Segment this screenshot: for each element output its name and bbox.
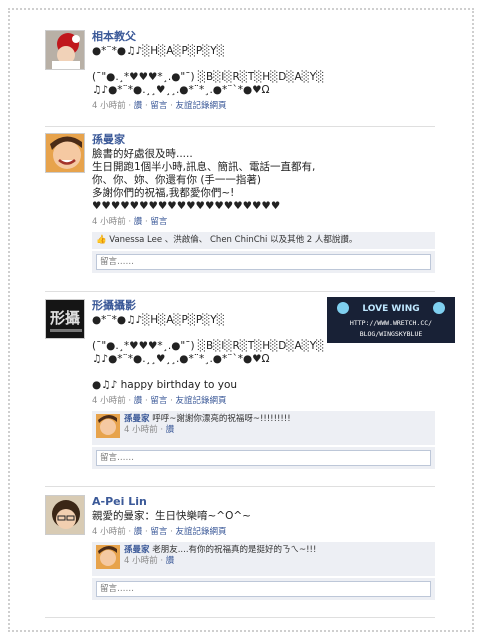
comment-box: 留言…… [92, 447, 435, 469]
avatar[interactable] [45, 495, 85, 535]
comment-box: 留言…… [92, 578, 435, 600]
reply-author[interactable]: 孫曼家 [124, 545, 150, 555]
post-divider [45, 291, 435, 292]
avatar[interactable]: 形攝 [45, 299, 85, 339]
banner-title: LOVE WING [362, 304, 419, 314]
post-time[interactable]: 4 小時前 [92, 217, 126, 227]
wall-to-wall-link[interactable]: 友誼記錄網頁 [175, 101, 226, 111]
avatar-child-red-hat-icon [46, 31, 84, 69]
avatar[interactable] [45, 30, 85, 70]
avatar[interactable] [96, 545, 120, 569]
comment-input[interactable]: 留言…… [96, 254, 431, 270]
banner-url: HTTP://WWW.WRETCH.CC/ [350, 319, 432, 327]
post-meta: 4 小時前 · 讚 · 留言 · 友誼記錄網頁 [92, 527, 227, 537]
avatar-logo-text-icon: 形攝 [46, 300, 84, 338]
comment-reply: 孫曼家 呼呼~謝謝你漂亮的祝福呀~!!!!!!!!! 4 小時前 · 讚 [92, 411, 435, 445]
reply-time[interactable]: 4 小時前 [124, 425, 158, 435]
avatar-logo-text: 形攝 [50, 309, 80, 327]
avatar[interactable] [96, 414, 120, 438]
post-divider [45, 486, 435, 487]
reply-text: 呼呼~謝謝你漂亮的祝福呀~!!!!!!!!! [152, 414, 291, 424]
post-time[interactable]: 4 小時前 [92, 527, 126, 537]
avatar-smiling-woman-icon [46, 134, 84, 172]
likes-summary: 👍 Vanessa Lee 、洪啟倫、 Chen ChinChi 以及其他 2 … [92, 232, 435, 249]
thumbs-up-icon: 👍 [96, 235, 107, 245]
comment-link[interactable]: 留言 [150, 217, 167, 227]
likes-text[interactable]: Vanessa Lee 、洪啟倫、 Chen ChinChi 以及其他 2 人都… [109, 235, 357, 245]
post-author[interactable]: A-Pei Lin [92, 495, 435, 508]
avatar-woman-glasses-icon [46, 496, 84, 534]
post-text: 臉書的好處很及時..... 生日開跑1個半小時,訊息、簡訊、電話一直都有, 你、… [92, 148, 316, 212]
reply-like-link[interactable]: 讚 [166, 556, 175, 566]
reply-text: 老朋友....有你的祝福真的是挺好的ㄋㄟ~!!! [152, 545, 317, 555]
post-meta: 4 小時前 · 讚 · 留言 · 友誼記錄網頁 [92, 101, 227, 111]
comment-input[interactable]: 留言…… [96, 450, 431, 466]
post-meta: 4 小時前 · 讚 · 留言 [92, 217, 168, 227]
comment-link[interactable]: 留言 [150, 396, 167, 406]
post-author[interactable]: 相本教父 [92, 30, 435, 43]
comment-input[interactable]: 留言…… [96, 581, 431, 597]
avatar[interactable] [45, 133, 85, 173]
blog-banner[interactable]: LOVE WING HTTP://WWW.WRETCH.CC/ BLOG/WIN… [327, 297, 455, 343]
avatar-smiling-woman-icon [96, 414, 120, 438]
wall-to-wall-link[interactable]: 友誼記錄網頁 [175, 396, 226, 406]
post-time[interactable]: 4 小時前 [92, 101, 126, 111]
like-link[interactable]: 讚 [134, 217, 143, 227]
banner-path: BLOG/WINGSKYBLUE [360, 330, 423, 338]
comment-link[interactable]: 留言 [150, 101, 167, 111]
reply-time[interactable]: 4 小時前 [124, 556, 158, 566]
reply-author[interactable]: 孫曼家 [124, 414, 150, 424]
comment-link[interactable]: 留言 [150, 527, 167, 537]
post-time[interactable]: 4 小時前 [92, 396, 126, 406]
avatar-smiling-woman-icon [96, 545, 120, 569]
comment-box: 留言…… [92, 251, 435, 273]
comment-reply: 孫曼家 老朋友....有你的祝福真的是挺好的ㄋㄟ~!!! 4 小時前 · 讚 [92, 542, 435, 576]
post-meta: 4 小時前 · 讚 · 留言 · 友誼記錄網頁 [92, 396, 227, 406]
reply-like-link[interactable]: 讚 [166, 425, 175, 435]
wall-to-wall-link[interactable]: 友誼記錄網頁 [175, 527, 226, 537]
post-text: ●*¨*●♫♪░H░A░P░P░Y░ (¯"●.¸*♥♥♥*¸.●"¯) ░B░… [92, 45, 325, 96]
post-divider [45, 617, 435, 618]
post-divider [45, 126, 435, 127]
post-text: 親愛的曼家：生日快樂唷~^O^~ [92, 510, 251, 522]
like-link[interactable]: 讚 [134, 101, 143, 111]
like-link[interactable]: 讚 [134, 396, 143, 406]
wing-banner-icon: LOVE WING HTTP://WWW.WRETCH.CC/ BLOG/WIN… [327, 297, 455, 343]
like-link[interactable]: 讚 [134, 527, 143, 537]
post-author[interactable]: 孫曼家 [92, 133, 435, 146]
